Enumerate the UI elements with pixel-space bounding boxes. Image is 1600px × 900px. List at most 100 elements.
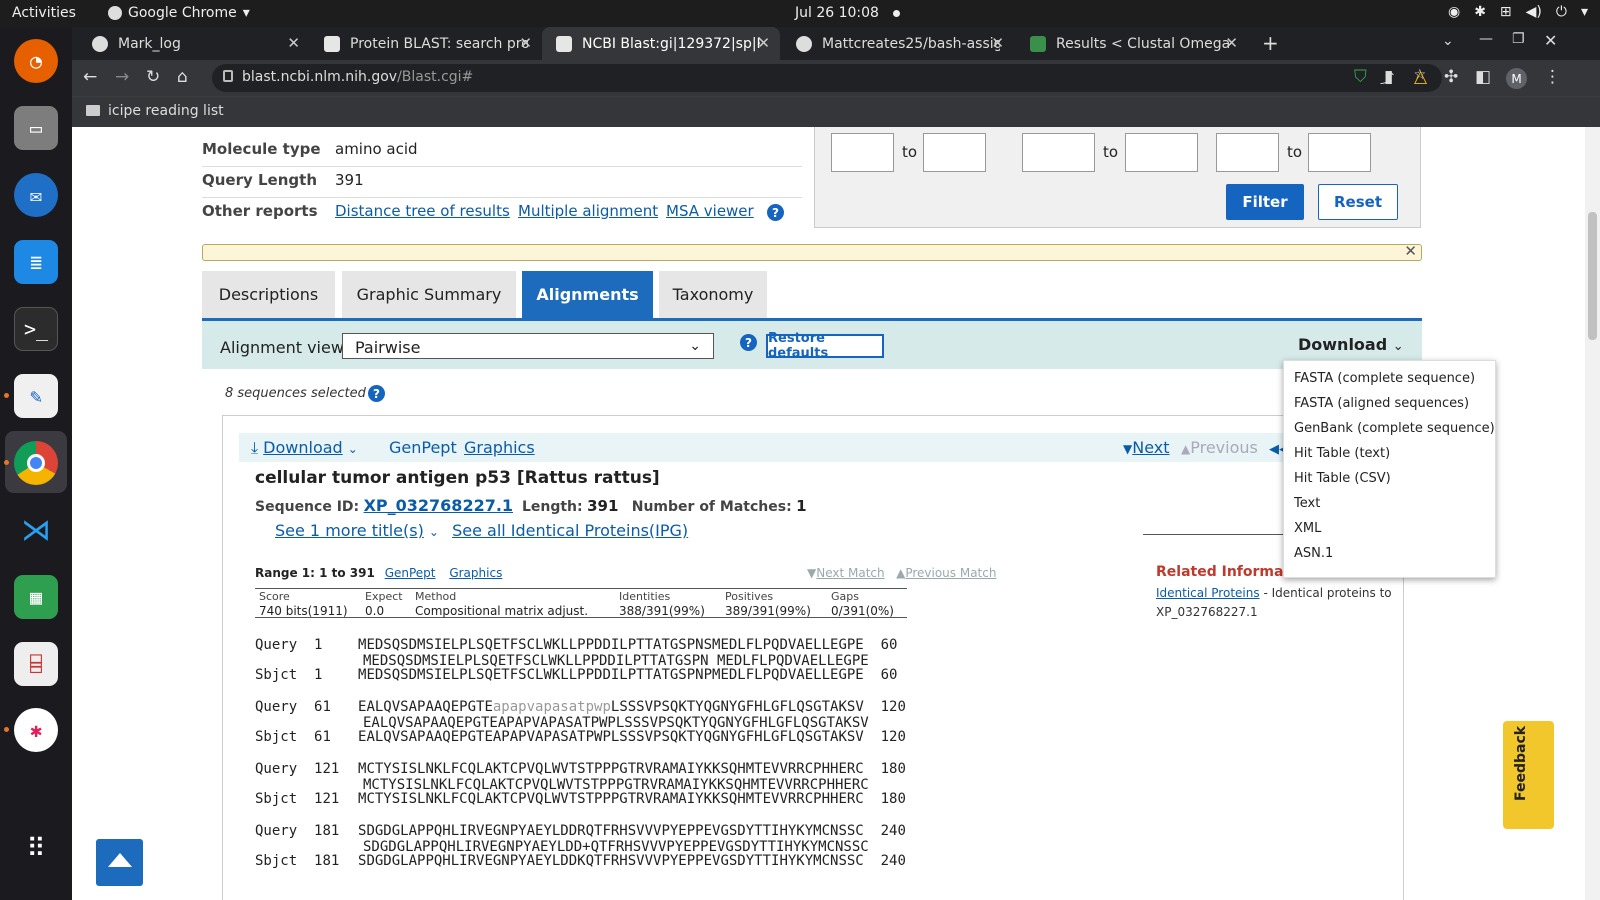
filter-button[interactable]: Filter	[1226, 184, 1304, 220]
filter-max-3-input[interactable]	[1308, 133, 1371, 172]
genpept-link[interactable]: GenPept	[389, 438, 457, 457]
range-genpept-link[interactable]: GenPept	[385, 566, 436, 580]
slack-tray-icon[interactable]: ✱	[1474, 4, 1486, 20]
alignment-view-select[interactable]: Pairwise ⌄	[342, 333, 714, 359]
extension-icon[interactable]: ▮	[1384, 67, 1393, 87]
range-graphics-link[interactable]: Graphics	[449, 566, 502, 580]
help-icon[interactable]: ?	[368, 385, 385, 402]
document-viewer-icon[interactable]: ⌸	[14, 642, 58, 686]
tab-github-bash[interactable]: Mattcreates25/bash-assig ✕	[782, 27, 1014, 60]
close-notice-icon[interactable]: ✕	[1404, 242, 1417, 260]
page-scrollbar[interactable]	[1585, 127, 1600, 900]
download-menu-item[interactable]: ASN.1	[1294, 546, 1333, 561]
chevron-down-icon[interactable]: ▾	[1581, 4, 1588, 20]
download-menu-item[interactable]: Text	[1294, 496, 1320, 511]
text-editor-icon[interactable]: ✎	[14, 374, 58, 418]
adblock-extension-icon[interactable]: ⛉	[1354, 67, 1367, 87]
download-menu-item[interactable]: FASTA (aligned sequences)	[1294, 396, 1469, 411]
profile-avatar[interactable]: M	[1506, 68, 1527, 89]
new-tab-icon[interactable]: +	[1262, 31, 1279, 55]
restore-defaults-button[interactable]: Restore defaults	[766, 331, 884, 361]
bookmark-icipe-reading-list[interactable]: icipe reading list	[108, 103, 224, 119]
filter-min-3-input[interactable]	[1216, 133, 1279, 172]
filter-min-2-input[interactable]	[1022, 133, 1095, 172]
thunderbird-icon[interactable]: ✉	[14, 173, 58, 217]
close-tab-icon[interactable]: ✕	[757, 34, 770, 52]
home-icon[interactable]: ⌂	[177, 67, 188, 87]
graphics-link[interactable]: Graphics	[464, 438, 535, 457]
system-tray[interactable]: ◉ ✱ ⊞ ◀) ⏻ ▾	[1448, 4, 1588, 20]
length-label: Length:	[521, 499, 583, 515]
tab-graphic-summary[interactable]: Graphic Summary	[342, 271, 516, 318]
clock[interactable]: Jul 26 10:08	[795, 5, 900, 21]
forward-icon[interactable]: →	[115, 67, 129, 87]
maximize-icon[interactable]: ❐	[1512, 31, 1525, 47]
feedback-button[interactable]: Feedback	[1503, 721, 1554, 829]
google-drive-icon[interactable]: △	[1414, 67, 1427, 87]
query-seq-lowcomplexity: apapvapasatpwp	[492, 699, 611, 715]
power-icon[interactable]: ⏻	[1556, 4, 1567, 20]
tab-mark-log[interactable]: Mark_log ✕	[78, 27, 310, 60]
next-match-link[interactable]: ▼Next Match	[807, 566, 885, 580]
back-to-top-button[interactable]	[96, 839, 143, 886]
download-menu-item[interactable]: Hit Table (CSV)	[1294, 471, 1391, 486]
tab-taxonomy[interactable]: Taxonomy	[659, 271, 767, 318]
volume-icon[interactable]: ◀)	[1526, 4, 1542, 20]
see-identical-proteins-link[interactable]: See all Identical Proteins(IPG)	[452, 521, 688, 540]
close-window-icon[interactable]: ✕	[1544, 31, 1557, 50]
show-apps-icon[interactable]: ⠿	[14, 827, 58, 871]
tab-clustal-omega[interactable]: Results < Clustal Omega < ✕	[1016, 27, 1248, 60]
filter-max-1-input[interactable]	[923, 133, 986, 172]
see-more-titles-link[interactable]: See 1 more title(s)	[275, 521, 424, 540]
side-panel-icon[interactable]: ◧	[1475, 67, 1491, 87]
next-hit-link[interactable]: ▼Next	[1123, 438, 1170, 457]
chrome-tray-icon[interactable]: ◉	[1448, 4, 1460, 20]
firefox-icon[interactable]: ◔	[14, 39, 58, 83]
terminal-icon[interactable]: >_	[14, 307, 58, 351]
close-tab-icon[interactable]: ✕	[287, 34, 300, 52]
sequence-id-link[interactable]: XP_032768227.1	[364, 496, 513, 515]
extensions-puzzle-icon[interactable]: ✣	[1444, 67, 1458, 87]
activities-button[interactable]: Activities	[12, 5, 76, 21]
identical-proteins-link[interactable]: Identical Proteins	[1156, 586, 1260, 600]
app-menu[interactable]: Google Chrome ▾	[108, 5, 250, 21]
previous-hit-link[interactable]: ▲Previous	[1181, 438, 1258, 457]
download-menu-button[interactable]: Download ⌄	[1298, 335, 1404, 354]
writer-icon[interactable]: ≣	[14, 240, 58, 284]
tab-alignments[interactable]: Alignments	[522, 271, 653, 318]
back-icon[interactable]: ←	[83, 67, 97, 87]
tab-ncbi-blast[interactable]: NCBI Blast:gi|129372|sp|P ✕	[542, 27, 780, 60]
files-icon[interactable]: ▭	[14, 106, 58, 150]
help-icon[interactable]: ?	[767, 204, 784, 221]
filter-min-1-input[interactable]	[831, 133, 894, 172]
network-icon[interactable]: ⊞	[1500, 4, 1512, 20]
hit-download-button[interactable]: ⤓ Download ⌄	[251, 438, 358, 458]
help-icon[interactable]: ?	[740, 334, 757, 351]
tab-protein-blast[interactable]: Protein BLAST: search pro ✕	[310, 27, 542, 60]
address-bar[interactable]: blast.ncbi.nlm.nih.gov/Blast.cgi# ⤴ ☆	[212, 64, 1442, 92]
msa-viewer-link[interactable]: MSA viewer	[666, 202, 754, 220]
minimize-icon[interactable]: —	[1479, 31, 1493, 47]
tab-search-icon[interactable]: ⌄	[1442, 33, 1454, 49]
download-menu-item[interactable]: GenBank (complete sequence)	[1294, 421, 1495, 436]
chrome-dock-icon[interactable]	[14, 441, 58, 485]
vscode-icon[interactable]: ⋊	[14, 508, 58, 552]
distance-tree-link[interactable]: Distance tree of results	[335, 202, 510, 220]
reset-button[interactable]: Reset	[1318, 184, 1398, 220]
multiple-alignment-link[interactable]: Multiple alignment	[518, 202, 658, 220]
previous-match-link[interactable]: ▲Previous Match	[896, 566, 996, 580]
download-menu-item[interactable]: FASTA (complete sequence)	[1294, 371, 1475, 386]
close-tab-icon[interactable]: ✕	[519, 34, 532, 52]
slack-icon[interactable]: ✱	[14, 708, 58, 752]
filter-max-2-input[interactable]	[1125, 133, 1198, 172]
close-tab-icon[interactable]: ✕	[991, 34, 1004, 52]
download-menu-item[interactable]: XML	[1294, 521, 1321, 536]
tab-descriptions[interactable]: Descriptions	[202, 271, 335, 318]
query-start: 61	[314, 699, 331, 715]
chrome-menu-icon[interactable]: ⋮	[1544, 67, 1561, 87]
download-menu-item[interactable]: Hit Table (text)	[1294, 446, 1390, 461]
reload-icon[interactable]: ↻	[146, 67, 160, 87]
scrollbar-thumb[interactable]	[1588, 212, 1597, 340]
calc-icon[interactable]: ▦	[14, 575, 58, 619]
close-tab-icon[interactable]: ✕	[1225, 34, 1238, 52]
